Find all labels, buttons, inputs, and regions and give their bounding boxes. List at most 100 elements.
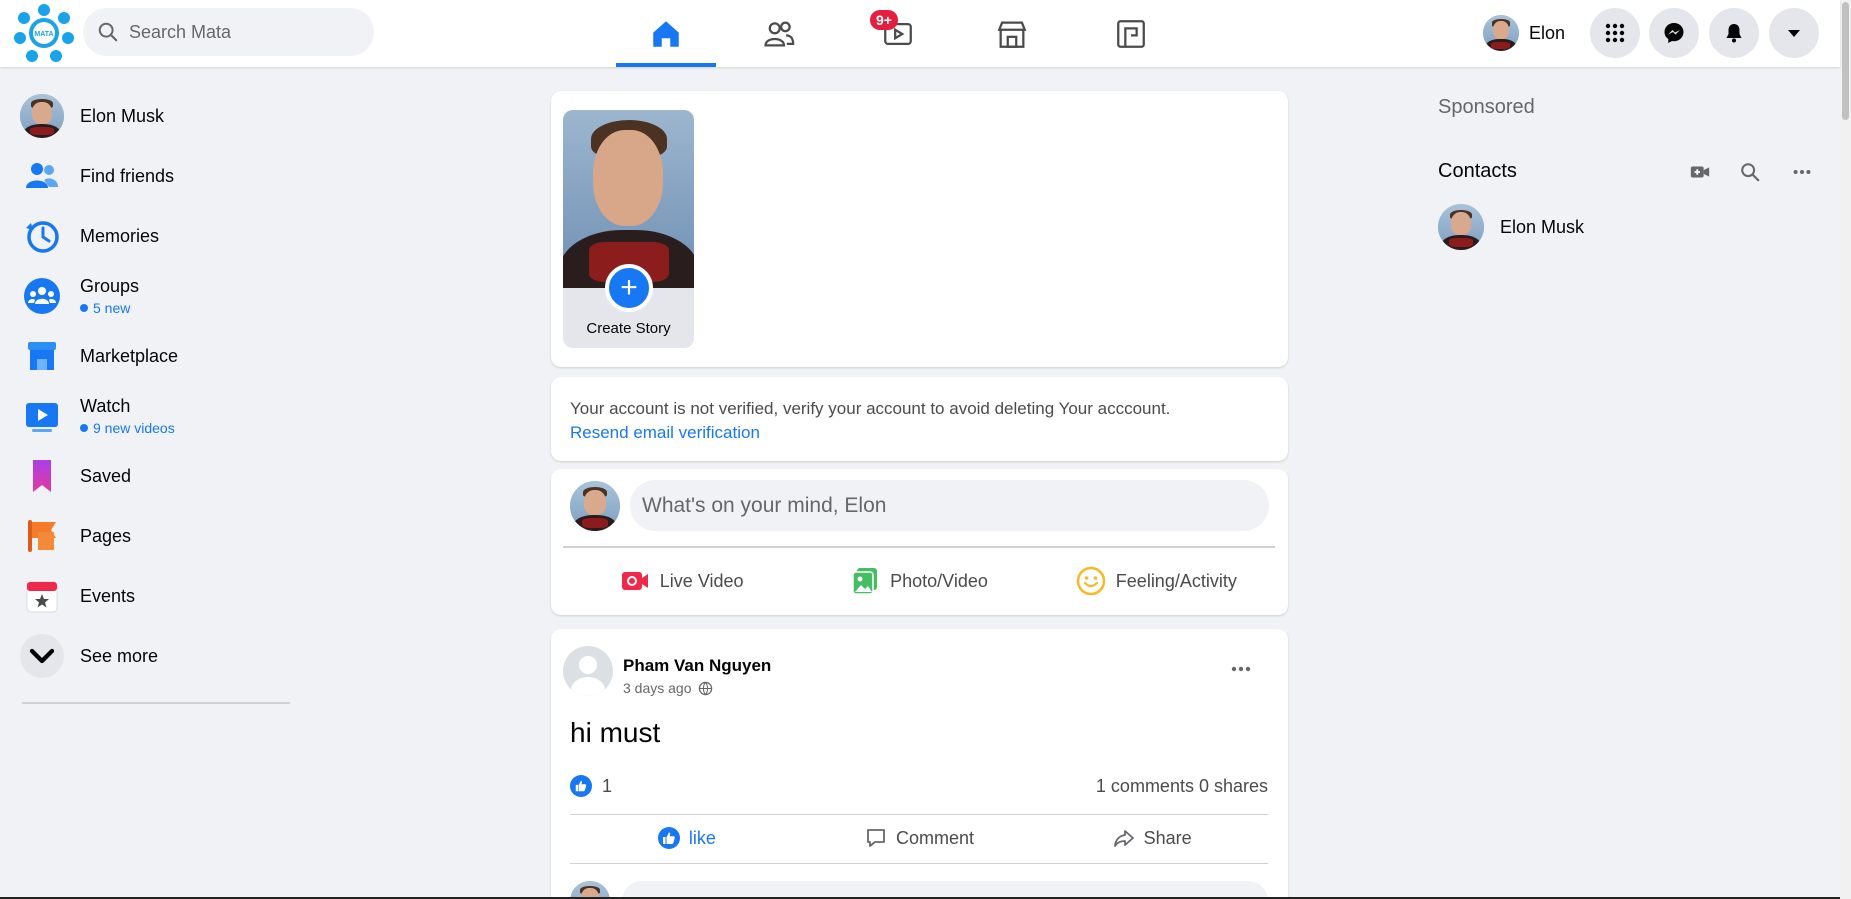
account-dropdown-button[interactable] — [1769, 8, 1819, 58]
resend-verification-link[interactable]: Resend email verification — [570, 423, 1269, 443]
share-icon — [1113, 830, 1134, 847]
feeling-activity-button[interactable]: Feeling/Activity — [1038, 553, 1275, 609]
search-contacts-button[interactable] — [1734, 156, 1766, 188]
more-options-button[interactable] — [1221, 649, 1261, 689]
pages-icon — [28, 520, 56, 552]
sidebar-item-saved[interactable]: Saved — [8, 446, 288, 506]
contact-name: Elon Musk — [1500, 216, 1585, 237]
contacts-options-button[interactable] — [1786, 156, 1818, 188]
live-video-button[interactable]: Live Video — [563, 553, 800, 609]
feeling-activity-label: Feeling/Activity — [1115, 570, 1237, 591]
watch-new-count: 9 new videos — [80, 420, 175, 436]
comments-shares-count[interactable]: 1 comments 0 shares — [1096, 776, 1268, 797]
sidebar-item-find-friends[interactable]: Find friends — [8, 146, 288, 206]
post-divider — [570, 863, 1268, 864]
top-navigation-bar: MATA 9+ Elon — [0, 0, 1840, 67]
live-video-icon — [621, 572, 648, 590]
messenger-button[interactable] — [1649, 8, 1699, 58]
comment-button[interactable]: Comment — [803, 815, 1036, 861]
photo-video-button[interactable]: Photo/Video — [800, 553, 1037, 609]
sidebar-item-label: Memories — [80, 225, 160, 246]
thumbs-up-icon — [657, 827, 680, 849]
search-input[interactable] — [129, 21, 359, 43]
live-video-label: Live Video — [659, 570, 744, 591]
menu-button[interactable] — [1590, 8, 1640, 58]
like-reaction-icon[interactable] — [570, 775, 592, 797]
profile-chip[interactable]: Elon — [1483, 11, 1573, 55]
video-plus-icon — [1690, 166, 1710, 178]
more-dots-icon — [1793, 169, 1811, 175]
post-timestamp[interactable]: 3 days ago — [623, 680, 713, 696]
tab-gaming[interactable] — [1081, 0, 1181, 67]
stories-card: + Create Story — [551, 91, 1288, 367]
left-sidebar: Elon Musk Find friends Memories Groups 5 … — [8, 86, 290, 704]
verification-notice: Your account is not verified, verify you… — [551, 377, 1288, 461]
sidebar-item-label: Pages — [80, 525, 132, 546]
search-icon — [98, 22, 118, 42]
sidebar-item-label: Saved — [80, 465, 132, 486]
default-avatar[interactable] — [563, 646, 613, 696]
tab-home[interactable] — [616, 0, 716, 67]
saved-icon — [33, 460, 51, 492]
composer-divider — [563, 546, 1275, 548]
post-body: hi must — [570, 717, 661, 748]
contact-item[interactable]: Elon Musk — [1438, 204, 1584, 250]
scroll-thumb[interactable] — [1842, 2, 1849, 120]
friends-icon — [764, 21, 795, 46]
avatar — [20, 94, 64, 138]
memories-icon — [26, 221, 59, 253]
share-button[interactable]: Share — [1035, 815, 1268, 861]
tab-friends[interactable] — [729, 0, 829, 67]
photo-icon — [852, 568, 878, 595]
marketplace-icon — [997, 21, 1027, 48]
grid-menu-icon — [1605, 23, 1625, 43]
photo-video-label: Photo/Video — [890, 570, 988, 591]
search-icon — [1741, 163, 1760, 182]
friends-icon — [26, 163, 58, 188]
sidebar-item-pages[interactable]: Pages — [8, 506, 288, 566]
sidebar-item-label: Events — [80, 585, 136, 606]
marketplace-icon — [28, 342, 56, 370]
new-room-button[interactable] — [1684, 156, 1716, 188]
bell-icon — [1726, 24, 1742, 43]
plus-icon[interactable]: + — [605, 264, 653, 312]
post-stats: 1 1 comments 0 shares — [570, 775, 1268, 797]
sidebar-item-profile[interactable]: Elon Musk — [8, 86, 288, 146]
sidebar-item-label: Watch — [80, 396, 131, 416]
profile-name: Elon — [1529, 22, 1566, 43]
mata-logo[interactable]: MATA — [12, 2, 76, 64]
contacts-header: Contacts — [1438, 160, 1811, 184]
contacts-title: Contacts — [1438, 160, 1517, 182]
sidebar-item-label: Groups — [80, 276, 140, 296]
messenger-icon — [1664, 23, 1684, 43]
tab-marketplace[interactable] — [962, 0, 1062, 67]
sidebar-item-marketplace[interactable]: Marketplace — [8, 326, 288, 386]
home-icon — [653, 20, 679, 47]
sidebar-item-events[interactable]: Events — [8, 566, 288, 626]
post-author[interactable]: Pham Van Nguyen — [623, 656, 771, 676]
like-count[interactable]: 1 — [602, 776, 612, 797]
avatar — [1438, 204, 1484, 250]
groups-icon — [24, 278, 60, 314]
svg-text:MATA: MATA — [34, 31, 53, 38]
watch-badge: 9+ — [870, 10, 898, 30]
page-scrollbar[interactable] — [1840, 0, 1851, 899]
create-story-card[interactable]: + Create Story — [563, 110, 694, 348]
sidebar-item-watch[interactable]: Watch 9 new videos — [8, 386, 288, 446]
post-time-text: 3 days ago — [623, 680, 692, 696]
chevron-down-icon — [29, 648, 55, 664]
tab-watch[interactable]: 9+ — [848, 0, 948, 67]
share-label: Share — [1143, 827, 1192, 848]
sidebar-item-groups[interactable]: Groups 5 new — [8, 266, 288, 326]
comment-label: Comment — [895, 827, 975, 848]
composer-input[interactable]: What's on your mind, Elon — [630, 480, 1269, 531]
sidebar-item-memories[interactable]: Memories — [8, 206, 288, 266]
comment-icon — [867, 829, 885, 847]
like-button[interactable]: like — [570, 815, 803, 861]
sidebar-item-see-more[interactable]: See more — [8, 626, 288, 686]
sidebar-item-label: Find friends — [80, 165, 175, 186]
notifications-button[interactable] — [1709, 8, 1759, 58]
avatar[interactable] — [570, 481, 620, 531]
smiley-icon — [1076, 566, 1106, 596]
search-box[interactable] — [83, 8, 374, 56]
